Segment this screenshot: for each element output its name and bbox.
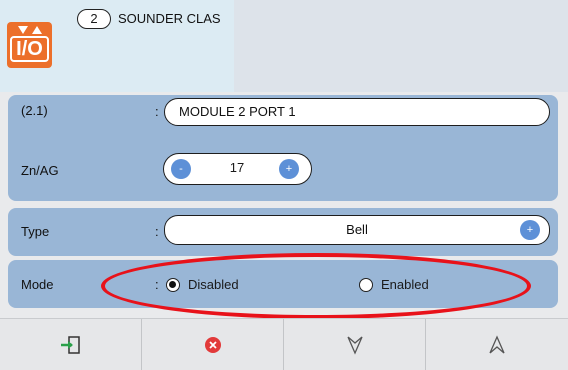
type-plus-button[interactable]: +	[520, 220, 540, 240]
page-title: SOUNDER CLAS	[118, 11, 221, 26]
cancel-button[interactable]	[142, 319, 284, 370]
cancel-icon	[204, 337, 221, 353]
header-info: I/O 2 SOUNDER CLAS	[0, 0, 234, 92]
radio-disabled-label: Disabled	[188, 277, 239, 292]
address-colon: :	[155, 104, 159, 119]
exit-icon	[60, 336, 80, 354]
io-arrows-icon	[18, 26, 42, 34]
io-icon-label: I/O	[10, 36, 49, 62]
loop-number-badge: 2	[77, 9, 111, 29]
type-colon: :	[155, 224, 159, 239]
bottom-toolbar	[0, 318, 568, 370]
address-label: (2.1)	[21, 103, 48, 118]
header-bar: I/O 2 SOUNDER CLAS	[0, 0, 568, 92]
exit-button[interactable]	[0, 319, 142, 370]
zone-value: 17	[229, 160, 245, 175]
increment-button[interactable]: +	[279, 159, 299, 179]
type-label: Type	[21, 224, 50, 239]
next-button[interactable]	[284, 319, 426, 370]
up-icon	[489, 335, 505, 354]
zone-stepper[interactable]: - 17 +	[163, 153, 312, 185]
mode-panel	[8, 260, 558, 308]
radio-disabled[interactable]	[166, 278, 180, 292]
type-value: Bell	[346, 222, 368, 237]
description-input[interactable]: MODULE 2 PORT 1	[164, 98, 550, 126]
previous-button[interactable]	[426, 319, 568, 370]
decrement-button[interactable]: -	[171, 159, 191, 179]
zone-label: Zn/AG	[21, 163, 59, 178]
type-select[interactable]: Bell +	[164, 215, 550, 245]
io-module-icon: I/O	[7, 22, 52, 68]
mode-label: Mode	[21, 277, 54, 292]
down-icon	[346, 336, 363, 355]
mode-colon: :	[155, 277, 159, 292]
radio-enabled-label: Enabled	[381, 277, 429, 292]
radio-enabled[interactable]	[359, 278, 373, 292]
